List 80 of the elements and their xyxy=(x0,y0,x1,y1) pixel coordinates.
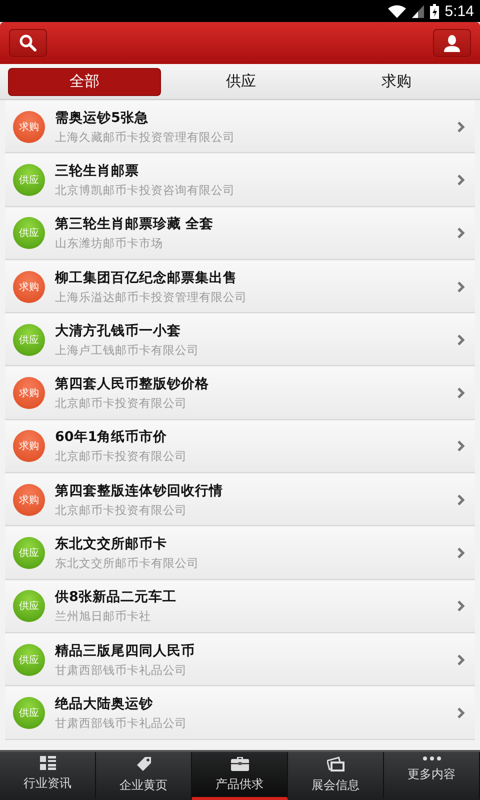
chevron-right-icon xyxy=(457,706,465,719)
company-name: 北京邮币卡投资有限公司 xyxy=(55,396,188,412)
chevron-right-icon xyxy=(457,174,465,186)
chevron-right-icon xyxy=(457,387,465,400)
company-name: 上海卢工钱邮币卡有限公司 xyxy=(55,342,200,358)
company-name: 东北文交所邮币卡有限公司 xyxy=(55,556,200,572)
company-name: 甘肃西部钱币卡礼品公司 xyxy=(55,662,188,678)
nav-tab[interactable]: 行业资讯 xyxy=(0,752,96,800)
filter-tab[interactable]: 供应 xyxy=(165,68,317,96)
chevron-right-icon xyxy=(457,227,465,240)
chevron-right-icon xyxy=(457,440,465,452)
company-name: 北京邮币卡投资有限公司 xyxy=(55,502,188,518)
item-title: 绝品大陆奥运钞 xyxy=(55,694,154,713)
type-badge: 供应 xyxy=(13,590,45,622)
item-title: 第四套整版连体钞回收行情 xyxy=(55,482,224,500)
list-item[interactable]: 求购 需奥运钞5张急 上海久藏邮币卡投资管理有限公司 xyxy=(5,101,475,154)
item-title: 东北文交所邮币卡 xyxy=(55,535,168,554)
wifi-icon xyxy=(388,4,406,18)
item-title: 三轮生肖邮票 xyxy=(55,162,140,180)
nav-tab[interactable]: 产品供求 xyxy=(192,752,288,800)
user-button[interactable] xyxy=(433,29,471,57)
type-badge: 求购 xyxy=(13,377,45,410)
company-name: 兰州旭日邮币卡社 xyxy=(55,609,152,624)
item-title: 精品三版尾四同人民币 xyxy=(55,642,196,660)
type-badge: 求购 xyxy=(13,270,45,303)
type-badge: 供应 xyxy=(13,696,45,729)
list-item[interactable]: 求购 第四套整版连体钞回收行情 北京邮币卡投资有限公司 xyxy=(5,474,475,526)
company-name: 北京邮币卡投资有限公司 xyxy=(55,449,188,464)
type-badge: 供应 xyxy=(13,217,45,250)
list-item[interactable]: 供应 精品三版尾四同人民币 甘肃西部钱币卡礼品公司 xyxy=(5,634,475,686)
type-badge: 供应 xyxy=(13,164,45,196)
list-item[interactable]: 供应 绝品大陆奥运钞 甘肃西部钱币卡礼品公司 xyxy=(5,687,475,740)
filter-tab[interactable]: 求购 xyxy=(320,68,472,96)
list-item[interactable]: 供应 大清方孔钱币一小套 上海卢工钱邮币卡有限公司 xyxy=(5,314,475,366)
grid-icon xyxy=(40,756,56,770)
list-item[interactable]: 供应 第三轮生肖邮票珍藏 全套 山东潍坊邮币卡市场 xyxy=(5,208,475,260)
photos-icon xyxy=(326,756,344,772)
type-badge: 供应 xyxy=(13,537,45,570)
company-name: 上海乐溢达邮币卡投资管理有限公司 xyxy=(55,290,248,305)
list-item[interactable]: 供应 三轮生肖邮票 北京博凯邮币卡投资咨询有限公司 xyxy=(5,154,475,207)
nav-tab[interactable]: 展会信息 xyxy=(288,752,384,800)
company-name: 山东潍坊邮币卡市场 xyxy=(55,236,164,252)
list-item[interactable]: 求购 60年1角纸币市价 北京邮币卡投资有限公司 xyxy=(5,420,475,474)
signal-icon xyxy=(412,4,424,18)
list-item[interactable]: 供应 供8张新品二元车工 兰州旭日邮币卡社 xyxy=(5,580,475,633)
status-time: 5:14 xyxy=(444,2,474,20)
chevron-right-icon xyxy=(457,547,465,560)
chevron-right-icon xyxy=(457,600,465,612)
company-name: 上海久藏邮币卡投资管理有限公司 xyxy=(55,130,236,145)
item-title: 第三轮生肖邮票珍藏 全套 xyxy=(55,215,215,234)
company-name: 甘肃西部钱币卡礼品公司 xyxy=(55,716,188,731)
list-item[interactable]: 求购 柳工集团百亿纪念邮票集出售 上海乐溢达邮币卡投资管理有限公司 xyxy=(5,260,475,314)
chevron-right-icon xyxy=(457,280,465,293)
more-icon xyxy=(422,756,442,761)
filter-tab[interactable]: 全部 xyxy=(8,68,162,96)
search-button[interactable] xyxy=(9,29,47,57)
chevron-right-icon xyxy=(457,494,465,506)
list-item[interactable]: 供应 东北文交所邮币卡 东北文交所邮币卡有限公司 xyxy=(5,527,475,580)
nav-tab[interactable]: 更多内容 xyxy=(384,752,480,800)
chevron-right-icon xyxy=(457,654,465,666)
item-title: 需奥运钞5张急 xyxy=(55,108,150,127)
toolbox-icon xyxy=(230,756,248,771)
type-badge: 求购 xyxy=(13,110,45,143)
type-badge: 供应 xyxy=(13,644,45,676)
list-item[interactable]: 求购 第四套人民币整版钞价格 北京邮币卡投资有限公司 xyxy=(5,367,475,420)
chevron-right-icon xyxy=(457,120,465,133)
item-title: 大清方孔钱币一小套 xyxy=(55,322,182,340)
type-badge: 求购 xyxy=(13,484,45,516)
search-icon xyxy=(19,34,37,52)
type-badge: 供应 xyxy=(13,324,45,356)
item-title: 柳工集团百亿纪念邮票集出售 xyxy=(55,268,238,287)
item-title: 第四套人民币整版钞价格 xyxy=(55,375,210,394)
item-title: 60年1角纸币市价 xyxy=(55,428,168,446)
user-icon xyxy=(444,34,460,52)
item-title: 供8张新品二元车工 xyxy=(55,588,178,606)
tag-icon xyxy=(136,756,152,772)
chevron-right-icon xyxy=(457,334,465,346)
battery-charging-icon xyxy=(430,4,439,18)
type-badge: 求购 xyxy=(13,430,45,462)
company-name: 北京博凯邮币卡投资咨询有限公司 xyxy=(55,182,236,198)
